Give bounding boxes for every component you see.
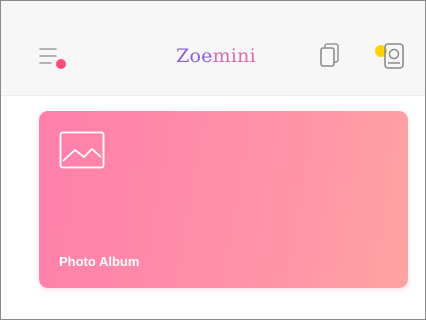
image-icon: [59, 131, 105, 169]
app-screen: Zoemini Photo Album: [0, 0, 426, 320]
menu-icon: [39, 48, 66, 69]
app-title-part1: Zoe: [176, 45, 213, 67]
printer-button[interactable]: [371, 38, 409, 76]
printer-icon: [375, 43, 404, 69]
app-title-part2: mini: [212, 45, 256, 67]
photo-album-label: Photo Album: [59, 254, 140, 269]
photo-album-card[interactable]: Photo Album: [39, 111, 408, 288]
copy-button[interactable]: [318, 41, 342, 71]
copy-icon: [320, 43, 339, 67]
app-title: Zoemini: [151, 45, 281, 67]
menu-button[interactable]: [38, 45, 70, 75]
top-bar: Zoemini: [1, 1, 425, 96]
notification-dot: [56, 59, 66, 69]
